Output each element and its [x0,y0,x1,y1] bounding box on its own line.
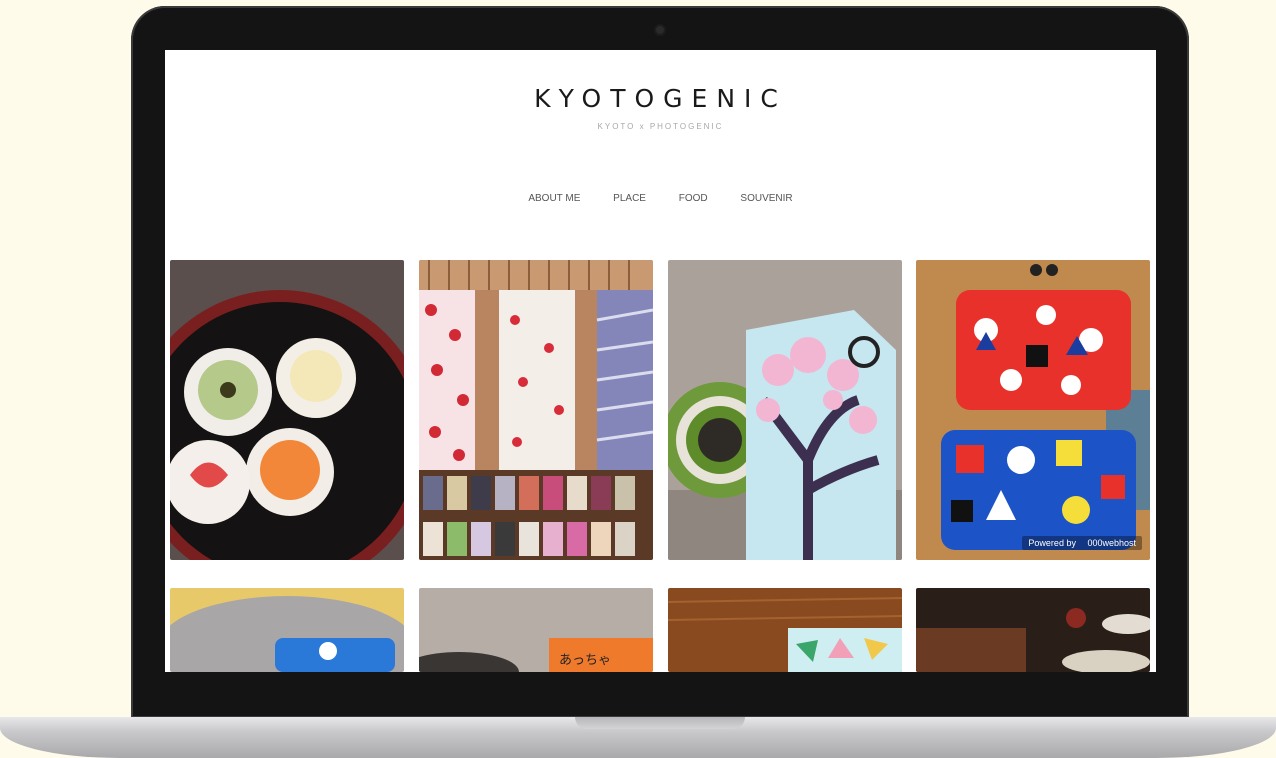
gallery-tile-sign[interactable]: あっちゃ [419,588,653,672]
gallery-tile-blue-sweet[interactable] [170,588,404,672]
nav-item-souvenir[interactable]: SOUVENIR [740,193,792,204]
laptop-hinge-notch [575,717,745,729]
webcam-icon [656,26,664,34]
gallery-tile-sakura-box[interactable] [668,260,902,560]
gallery-tile-wagashi[interactable] [170,260,404,560]
gallery-tile-tenugui[interactable] [419,260,653,560]
browser-screen: KYOTOGENIC KYOTO x PHOTOGENIC ABOUT ME P… [165,50,1156,672]
nav-item-place[interactable]: PLACE [613,193,646,204]
nav-item-food[interactable]: FOOD [679,193,708,204]
site-title[interactable]: KYOTOGENIC [165,84,1156,113]
nav-item-about-me[interactable]: ABOUT ME [528,193,580,204]
gallery-tile-pouches[interactable]: Powered by 000webhost [916,260,1150,560]
powered-by-badge[interactable]: Powered by 000webhost [1022,536,1142,550]
main-nav: ABOUT ME PLACE FOOD SOUVENIR [165,193,1156,204]
gallery-tile-wood-card[interactable] [668,588,902,672]
sign-text: あっちゃ [559,653,611,668]
gallery-tile-restaurant[interactable] [916,588,1150,672]
site-tagline: KYOTO x PHOTOGENIC [597,122,724,131]
